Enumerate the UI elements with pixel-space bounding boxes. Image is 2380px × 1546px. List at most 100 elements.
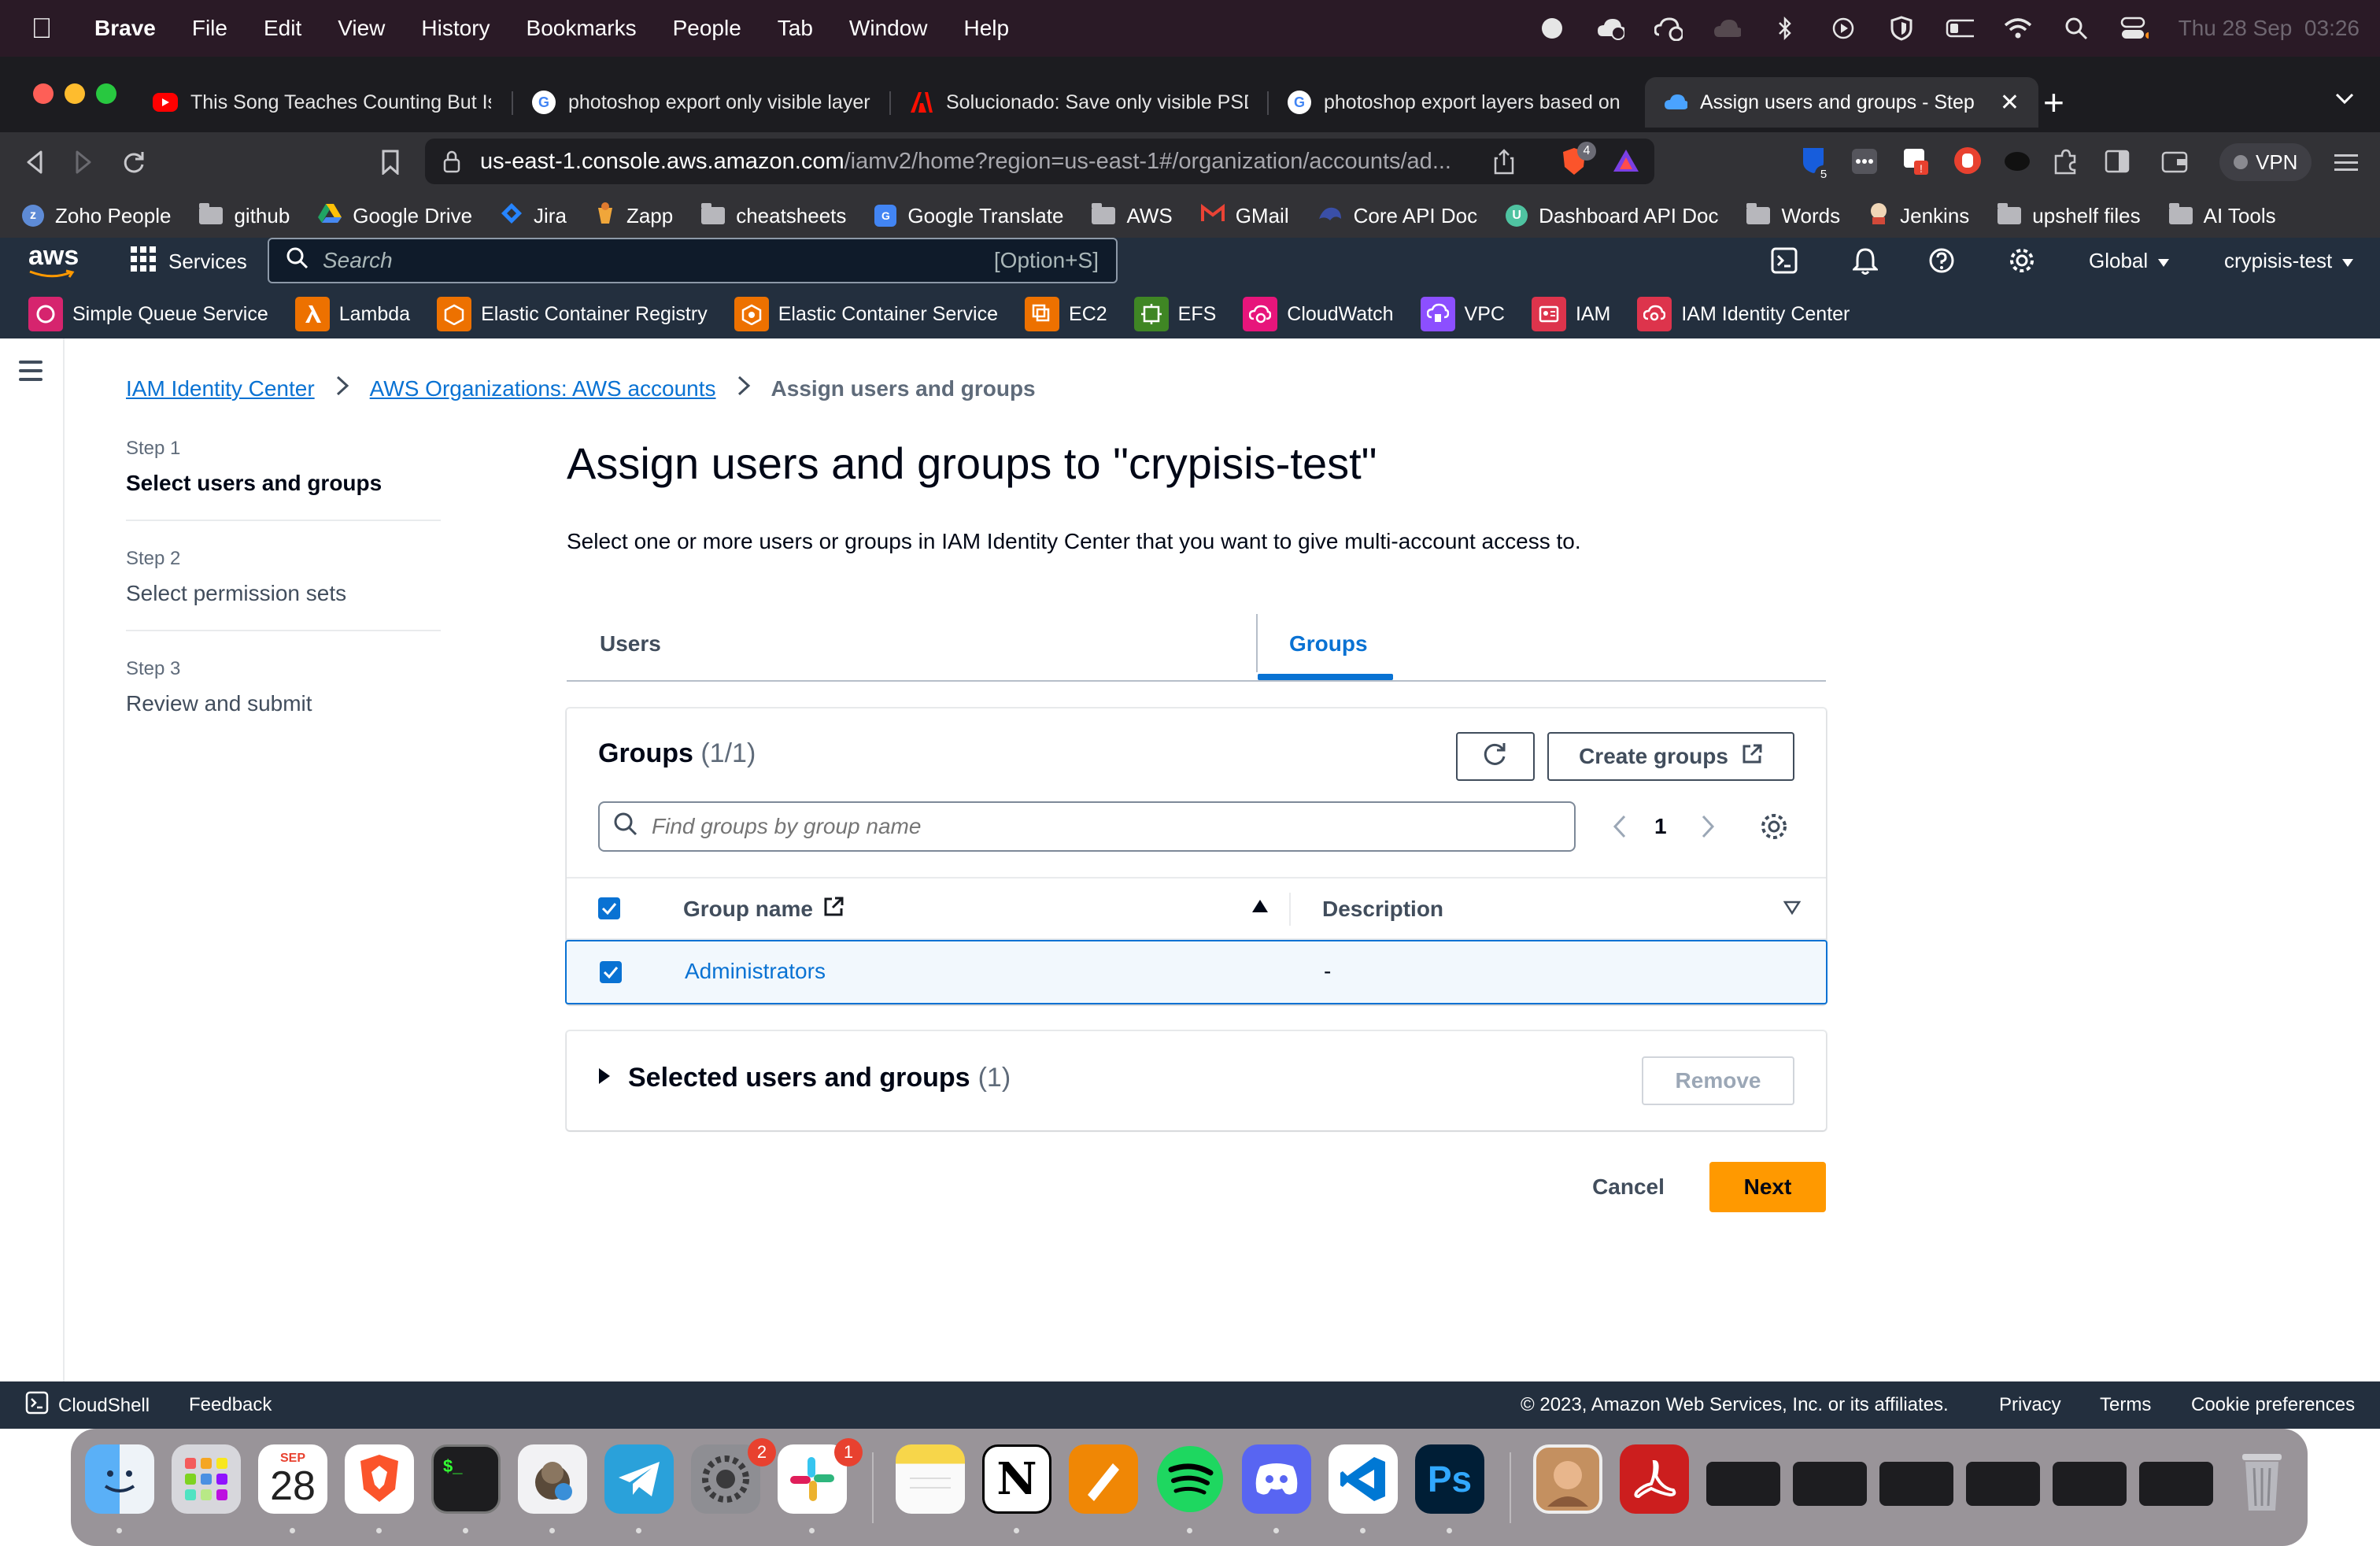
- wallet-icon[interactable]: [2161, 150, 2188, 177]
- extension-dark-icon[interactable]: [2004, 151, 2031, 176]
- menu-bookmarks[interactable]: Bookmarks: [527, 16, 637, 41]
- menu-help[interactable]: Help: [964, 16, 1010, 41]
- spotify-icon[interactable]: [1155, 1444, 1225, 1514]
- extensions-puzzle-icon[interactable]: [2053, 148, 2078, 179]
- favorite-ec2[interactable]: EC2: [1025, 297, 1107, 331]
- bluetooth-icon[interactable]: [1771, 14, 1799, 43]
- brave-window-icon[interactable]: [1793, 1462, 1867, 1506]
- launchpad-icon[interactable]: [172, 1444, 241, 1514]
- bookmark-dashboard-api-doc[interactable]: U Dashboard API Doc: [1506, 204, 1718, 228]
- refresh-button[interactable]: [1456, 732, 1535, 781]
- cloudshell-footer-button[interactable]: CloudShell: [25, 1391, 150, 1420]
- bookmark-jira[interactable]: Jira: [501, 202, 567, 230]
- menu-people[interactable]: People: [673, 16, 741, 41]
- bookmark-ai-tools[interactable]: AI Tools: [2168, 203, 2276, 228]
- menu-edit[interactable]: Edit: [264, 16, 301, 41]
- tab-close-icon[interactable]: ✕: [2000, 89, 2020, 117]
- favorite-iam[interactable]: IAM: [1531, 297, 1610, 331]
- notifications-bell-icon[interactable]: [1851, 247, 1879, 279]
- cloud-off-icon[interactable]: [1713, 14, 1741, 43]
- spotlight-search-icon[interactable]: [2062, 14, 2090, 43]
- sidebar-toggle-icon[interactable]: [2105, 150, 2130, 177]
- sort-unsorted-icon[interactable]: [1783, 901, 1802, 919]
- window-minimize-icon[interactable]: [65, 83, 85, 104]
- group-name-link[interactable]: Administrators: [685, 959, 826, 984]
- bookmark-gmail[interactable]: GMail: [1200, 203, 1289, 228]
- cookie-preferences-link[interactable]: Cookie preferences: [2191, 1394, 2355, 1416]
- notes-icon[interactable]: [896, 1444, 965, 1514]
- services-menu[interactable]: Services: [131, 244, 247, 279]
- bookmark-google-translate[interactable]: G Google Translate: [874, 204, 1063, 228]
- remove-button[interactable]: Remove: [1642, 1056, 1794, 1105]
- trash-icon[interactable]: [2227, 1444, 2297, 1514]
- brave-rewards-icon[interactable]: [1612, 148, 1640, 179]
- terms-link[interactable]: Terms: [2100, 1394, 2151, 1416]
- breadcrumb-iam-identity-center[interactable]: IAM Identity Center: [126, 376, 315, 401]
- menubar-clock[interactable]: Thu 28 Sep 03:26: [2179, 16, 2360, 41]
- region-selector[interactable]: Global: [2089, 247, 2170, 274]
- find-groups-search[interactable]: [598, 801, 1576, 852]
- selected-expand-toggle[interactable]: Selected users and groups (1): [598, 1063, 1011, 1093]
- wifi-icon[interactable]: [2004, 14, 2032, 43]
- extension-alert-icon[interactable]: !: [1903, 146, 1930, 179]
- brave-icon[interactable]: [345, 1444, 414, 1514]
- help-icon[interactable]: [1928, 247, 1955, 278]
- favorite-iam-identity-center[interactable]: IAM Identity Center: [1637, 297, 1850, 331]
- bookmark-core-api-doc[interactable]: Core API Doc: [1318, 203, 1477, 229]
- favorite-lambda[interactable]: Lambda: [294, 297, 410, 331]
- tab-users[interactable]: Users: [600, 606, 661, 682]
- reload-icon[interactable]: [121, 150, 146, 179]
- address-bar[interactable]: us-east-1.console.aws.amazon.com /iamv2/…: [425, 139, 1654, 184]
- adblock-extension-icon[interactable]: [1953, 146, 1982, 179]
- menu-tab[interactable]: Tab: [778, 16, 813, 41]
- terminal-icon[interactable]: $_: [431, 1444, 501, 1514]
- discord-icon[interactable]: [1242, 1444, 1311, 1514]
- bookmark-words[interactable]: Words: [1746, 203, 1840, 228]
- feedback-link[interactable]: Feedback: [189, 1394, 272, 1416]
- bookmark-zapp[interactable]: Zapp: [595, 202, 673, 231]
- share-icon[interactable]: [1494, 148, 1514, 181]
- tab-list-chevron-icon[interactable]: [2334, 91, 2355, 109]
- finder-icon[interactable]: [85, 1444, 154, 1514]
- cloudshell-icon[interactable]: [1771, 247, 1798, 278]
- bookmark-aws[interactable]: AWS: [1092, 203, 1173, 228]
- new-tab-icon[interactable]: +: [2043, 77, 2064, 128]
- favorite-sqs[interactable]: Simple Queue Service: [28, 297, 268, 331]
- favorite-cloudwatch[interactable]: CloudWatch: [1243, 297, 1394, 331]
- column-header-group-name[interactable]: Group name: [683, 878, 844, 940]
- brave-window-icon[interactable]: [1879, 1462, 1953, 1506]
- find-groups-input[interactable]: [652, 814, 1517, 839]
- favorite-vpc[interactable]: VPC: [1420, 297, 1505, 331]
- brave-window-icon[interactable]: [1706, 1462, 1780, 1506]
- battery-icon[interactable]: [1946, 14, 1974, 43]
- pagination-next-icon[interactable]: [1700, 814, 1716, 843]
- settings-gear-icon[interactable]: [2009, 247, 2035, 278]
- extension-dots-icon[interactable]: [1851, 148, 1878, 179]
- menu-file[interactable]: File: [192, 16, 227, 41]
- drawio-icon[interactable]: [1069, 1444, 1138, 1514]
- vpn-button[interactable]: VPN: [2219, 143, 2312, 181]
- control-center-icon[interactable]: [2120, 14, 2149, 43]
- browser-tab-adobe[interactable]: Solucionado: Save only visible PSD: [891, 77, 1267, 128]
- favorite-ecs[interactable]: Elastic Container Service: [734, 297, 998, 331]
- row-checkbox[interactable]: [600, 961, 622, 983]
- bookmark-page-icon[interactable]: [381, 150, 400, 179]
- cancel-button[interactable]: Cancel: [1579, 1162, 1678, 1212]
- brave-window-icon[interactable]: [2053, 1462, 2127, 1506]
- play-icon[interactable]: [1829, 14, 1857, 43]
- browser-tab-youtube[interactable]: This Song Teaches Counting But Is: [134, 77, 510, 128]
- menu-view[interactable]: View: [338, 16, 385, 41]
- privacy-link[interactable]: Privacy: [1999, 1394, 2061, 1416]
- backup-icon[interactable]: [1654, 14, 1683, 43]
- sort-ascending-icon[interactable]: [1251, 899, 1269, 917]
- forward-icon[interactable]: [72, 150, 94, 179]
- bookmark-github[interactable]: github: [199, 203, 290, 228]
- aws-logo[interactable]: aws: [28, 242, 79, 282]
- cloud-sync-icon[interactable]: [1596, 14, 1624, 43]
- brave-window-icon[interactable]: [1966, 1462, 2040, 1506]
- window-close-icon[interactable]: [33, 83, 54, 104]
- bookmark-upshelf-files[interactable]: upshelf files: [1998, 203, 2141, 228]
- notion-icon[interactable]: N: [982, 1444, 1051, 1514]
- hamburger-menu-icon[interactable]: [19, 361, 42, 386]
- browser-tab-google-1[interactable]: G photoshop export only visible layers: [513, 77, 889, 128]
